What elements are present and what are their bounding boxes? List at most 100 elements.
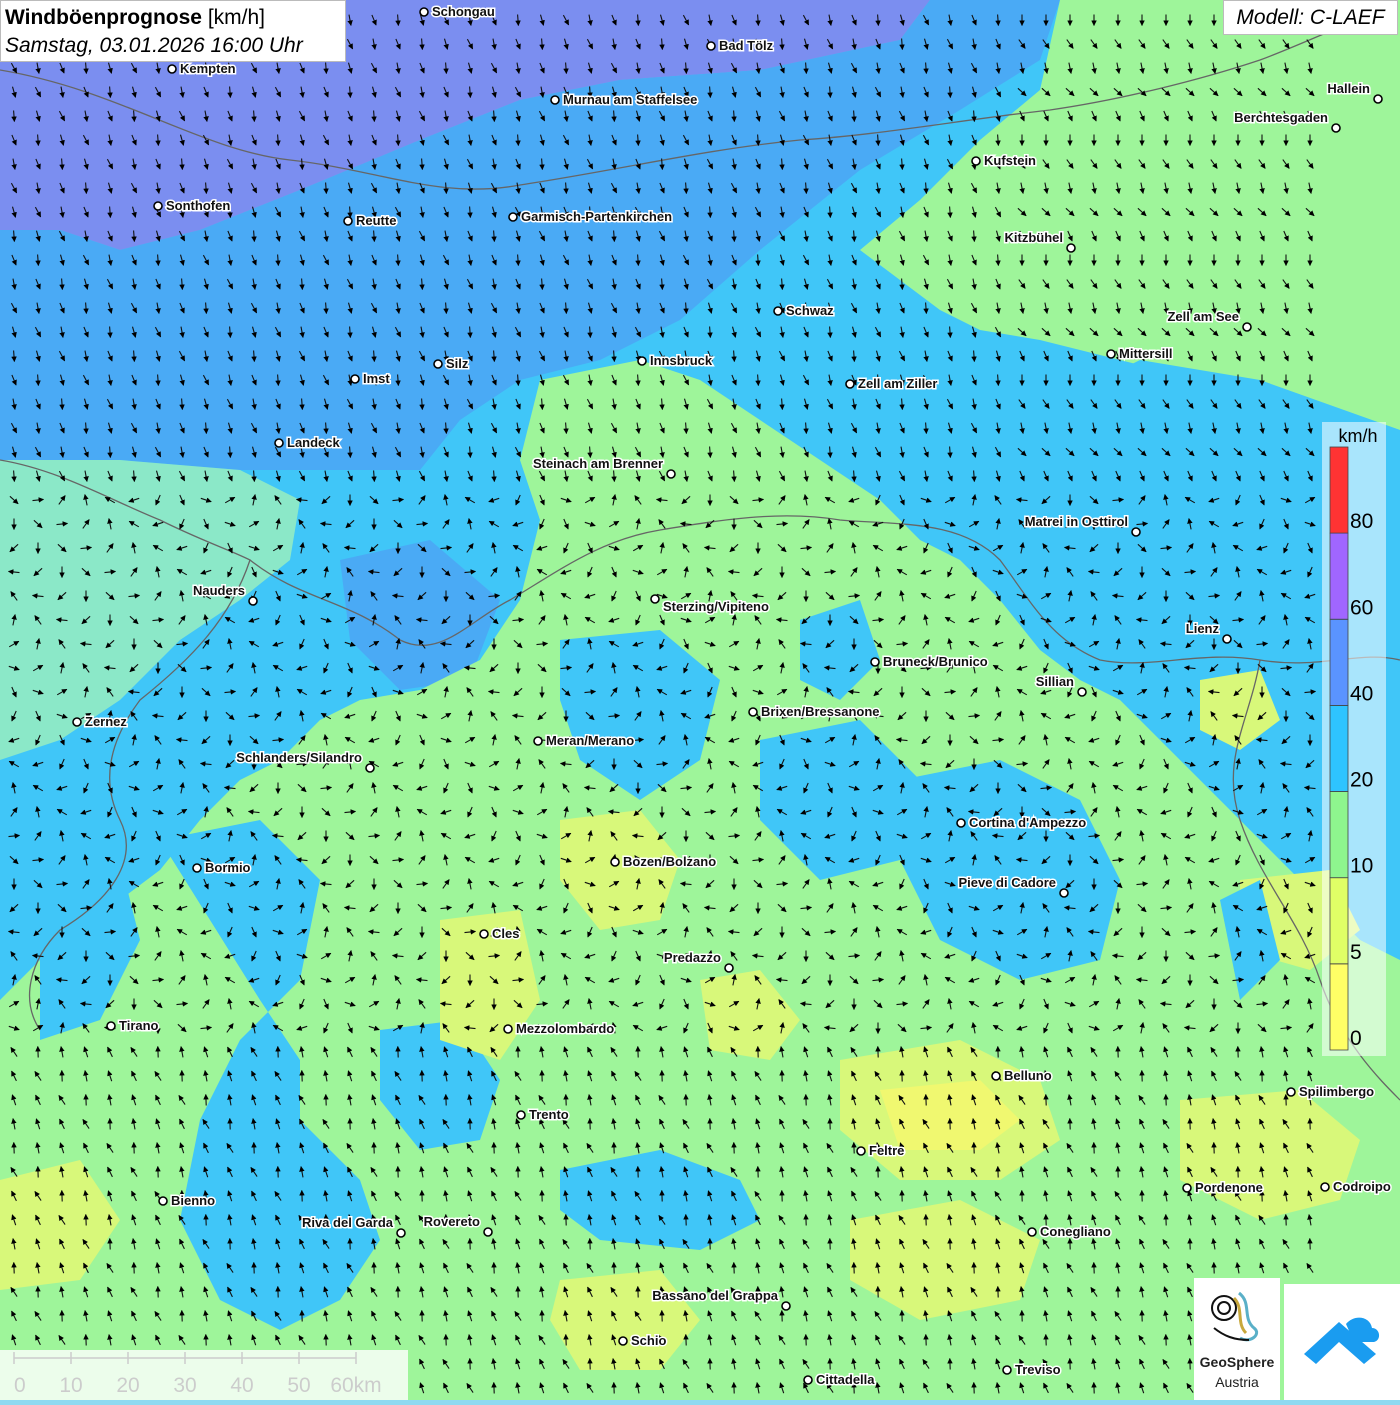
city-dot-icon [480, 930, 488, 938]
city-dot-icon [351, 375, 359, 383]
legend-unit: km/h [1338, 426, 1377, 446]
city-dot-icon [1060, 889, 1068, 897]
city-dot-icon [366, 764, 374, 772]
city-dot-icon [551, 96, 559, 104]
city-label: Conegliano [1040, 1224, 1111, 1239]
city-label: Bad Tölz [719, 38, 774, 53]
city-label: Imst [363, 371, 390, 386]
city-label: Schlanders/Silandro [236, 750, 362, 765]
city-dot-icon [154, 202, 162, 210]
city-label: Predazzo [664, 950, 721, 965]
legend-band [1330, 792, 1348, 878]
city-label: Meran/Merano [546, 733, 634, 748]
city-marker: Cortina d'Ampezzo [957, 815, 1086, 830]
city-dot-icon [1078, 688, 1086, 696]
city-dot-icon [1028, 1228, 1036, 1236]
city-label: Matrei in Osttirol [1025, 514, 1128, 529]
city-dot-icon [1374, 95, 1382, 103]
city-dot-icon [1183, 1184, 1191, 1192]
city-dot-icon [611, 858, 619, 866]
city-label: Tirano [119, 1018, 159, 1033]
city-dot-icon [804, 1376, 812, 1384]
city-label: Treviso [1015, 1362, 1061, 1377]
legend-band [1330, 447, 1348, 533]
wind-gust-map: SchongauBad TölzKemptenMurnau am Staffel… [0, 0, 1400, 1400]
city-dot-icon [484, 1228, 492, 1236]
model-label: Modell: C-LAEF [1223, 0, 1398, 35]
legend-tick-label: 80 [1350, 510, 1373, 533]
scale-bar-box [0, 1350, 408, 1400]
legend-tick-label: 0 [1350, 1027, 1362, 1050]
city-dot-icon [517, 1111, 525, 1119]
city-dot-icon [397, 1229, 405, 1237]
title-heading: Windböenprognose [km/h] [5, 3, 341, 32]
city-dot-icon [193, 864, 201, 872]
city-dot-icon [509, 213, 517, 221]
legend-band [1330, 619, 1348, 705]
city-dot-icon [344, 217, 352, 225]
title-main: Windböenprognose [5, 6, 202, 29]
city-label: Sterzing/Vipiteno [663, 599, 769, 614]
city-label: Feltre [869, 1143, 904, 1158]
city-dot-icon [707, 42, 715, 50]
city-dot-icon [725, 964, 733, 972]
city-label: Mittersill [1119, 346, 1172, 361]
geosphere-logo[interactable]: GeoSphere Austria [1194, 1278, 1280, 1400]
city-label: Spilimbergo [1299, 1084, 1374, 1099]
legend-tick-label: 10 [1350, 855, 1373, 878]
city-dot-icon [1287, 1088, 1295, 1096]
city-dot-icon [1223, 635, 1231, 643]
city-dot-icon [619, 1337, 627, 1345]
city-label: Silz [446, 356, 469, 371]
city-marker: Zell am Ziller [846, 376, 937, 391]
city-dot-icon [275, 439, 283, 447]
geosphere-logo-icon [1194, 1278, 1280, 1354]
city-marker: Murnau am Staffelsee [551, 92, 697, 107]
city-label: Nauders [193, 583, 245, 598]
city-dot-icon [434, 360, 442, 368]
city-marker: Garmisch-Partenkirchen [509, 209, 672, 224]
city-dot-icon [534, 737, 542, 745]
city-label: Zell am Ziller [858, 376, 937, 391]
city-dot-icon [1003, 1366, 1011, 1374]
city-dot-icon [638, 357, 646, 365]
weather-app-logo[interactable] [1284, 1284, 1400, 1400]
city-marker: Bruneck/Brunico [871, 654, 988, 669]
city-label: Schio [631, 1333, 666, 1348]
legend-band [1330, 878, 1348, 964]
city-label: Mezzolombardo [516, 1021, 614, 1036]
city-label: Steinach am Brenner [533, 456, 663, 471]
city-dot-icon [1107, 350, 1115, 358]
city-dot-icon [992, 1072, 1000, 1080]
city-dot-icon [249, 597, 257, 605]
legend-tick-label: 20 [1350, 769, 1373, 792]
city-label: Cittadella [816, 1372, 875, 1387]
city-marker: Spilimbergo [1287, 1084, 1374, 1099]
city-dot-icon [857, 1147, 865, 1155]
city-dot-icon [871, 658, 879, 666]
geosphere-name: GeoSphere [1194, 1354, 1280, 1370]
city-marker: Bozen/Bolzano [611, 854, 716, 869]
city-dot-icon [504, 1025, 512, 1033]
city-label: Brixen/Bressanone [761, 704, 880, 719]
city-dot-icon [1132, 528, 1140, 536]
city-dot-icon [972, 157, 980, 165]
city-dot-icon [1321, 1183, 1329, 1191]
city-label: Kempten [180, 61, 236, 76]
city-marker: Conegliano [1028, 1224, 1111, 1239]
city-label: Belluno [1004, 1068, 1052, 1083]
city-label: Innsbruck [650, 353, 713, 368]
city-label: Zell am See [1167, 309, 1239, 324]
legend-band [1330, 533, 1348, 619]
city-label: Pieve di Cadore [958, 875, 1056, 890]
city-label: Bozen/Bolzano [623, 854, 716, 869]
city-dot-icon [1243, 323, 1251, 331]
title-box: Windböenprognose [km/h] Samstag, 03.01.2… [0, 0, 346, 62]
city-label: Reutte [356, 213, 396, 228]
city-dot-icon [667, 470, 675, 478]
city-label: Bormio [205, 860, 251, 875]
title-unit: [km/h] [208, 6, 265, 29]
city-dot-icon [107, 1022, 115, 1030]
geosphere-subtitle: Austria [1194, 1374, 1280, 1390]
city-dot-icon [749, 708, 757, 716]
